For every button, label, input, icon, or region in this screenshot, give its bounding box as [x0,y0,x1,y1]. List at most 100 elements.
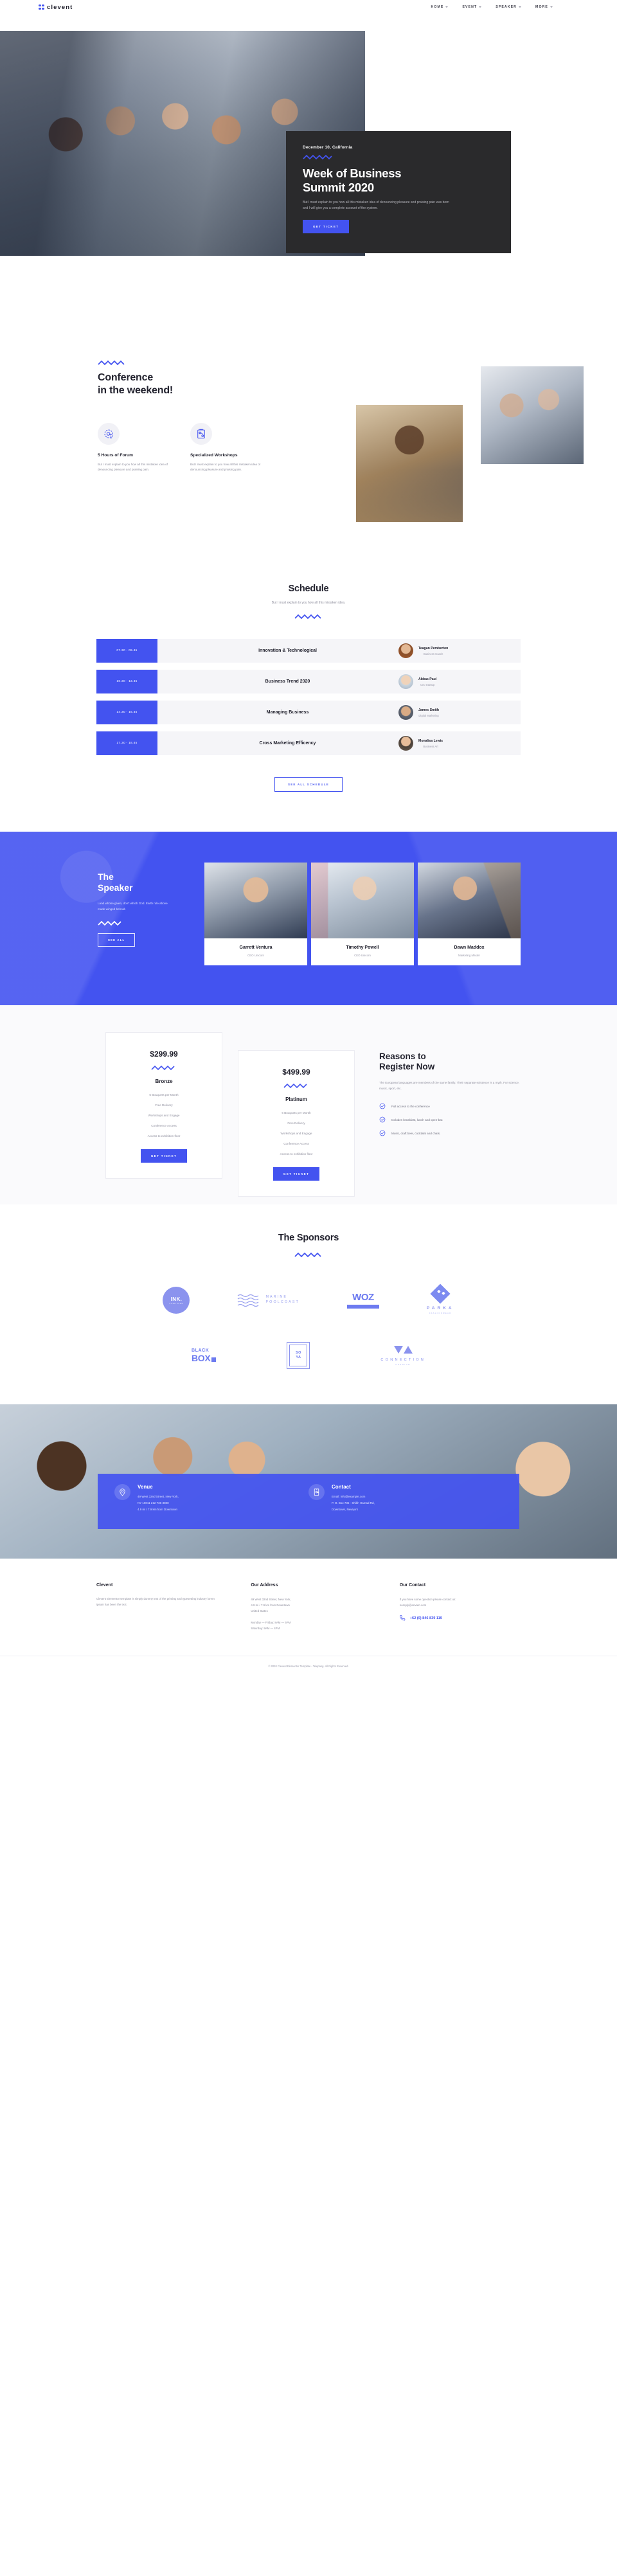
sponsor-tagline: PREMIUM [395,1363,411,1366]
marine-poolcoast-logo[interactable]: MARINE POOLCOAST [237,1284,299,1317]
pricing-card-bronze: $299.99 Bronze 6 Bouquets per Month Free… [105,1032,222,1179]
nav-item-speaker[interactable]: SPEAKER [496,5,522,9]
footer-address-line: 49 West 32nd Street, New York, [251,1598,291,1601]
phone-icon [399,1615,405,1621]
schedule-time: 17.30 - 18.45 [96,731,157,755]
zigzag-divider-icon [98,920,121,926]
sponsor-name: SO [295,1350,301,1355]
parka-logo[interactable]: PARKA FASHIONWEAR [427,1283,454,1317]
footer-contact-email[interactable]: noreply@envato.com [400,1602,521,1608]
chevron-down-icon [519,6,522,8]
copyright: © 2020 Clevent Elementor Template - Tele… [0,1656,617,1676]
brand-name: clevent [47,3,73,11]
footer-address: Our Address 49 West 32nd Street, New Yor… [251,1583,366,1631]
nav-item-home[interactable]: HOME [431,5,449,9]
conference-image-secondary [481,366,584,464]
speaker-role: Business Coach [424,652,443,656]
reasons-title-line2: Register Now [379,1062,435,1072]
get-ticket-button[interactable]: GET TICKET [273,1167,320,1181]
check-circle-icon [379,1104,386,1109]
site-header: clevent HOME EVENT SPEAKER MORE [0,0,617,14]
black-box-logo[interactable]: BLACK BOX [191,1339,217,1372]
table-row[interactable]: 14.30 - 16.45 Managing Business James Sm… [96,701,521,724]
feature-desc: But I must explain to you how all this m… [98,463,168,472]
speaker-name: Timothy Powell [346,945,379,950]
schedule-time: 14.30 - 16.45 [96,701,157,724]
sponsor-name-2: BOX [191,1352,211,1363]
speaker-role: Marketing Master [458,954,480,957]
schedule-subtitle: But I must explain to you how all this m… [271,601,346,605]
nav-item-more[interactable]: MORE [535,5,553,9]
zigzag-divider-icon [151,1065,175,1071]
get-ticket-button[interactable]: GET TICKET [303,219,350,233]
speaker-card[interactable]: Garrett Ventura CEO Unicorn [204,863,307,965]
speaker-name: Abbas Paul [418,677,437,681]
feature-desc: But I must explain to you how all this m… [190,463,261,472]
page-root: clevent HOME EVENT SPEAKER MORE December… [0,0,617,1677]
venue-contact-box: Venue 49 West 32nd Street, New York, NY … [98,1474,519,1529]
plan-feature: 6 Bouquets per Month [282,1111,311,1114]
woz-logo[interactable]: WOZ [346,1284,379,1317]
check-circle-icon [379,1117,386,1123]
contact-line: P. O. Box 735 - Shikh Hamad Rd, [332,1501,375,1505]
sponsor-tagline: PUBLISHER [169,1302,184,1305]
zigzag-divider-icon [283,1083,307,1089]
footer-phone[interactable]: +62 (0) 846 839 119 [399,1615,521,1621]
speaker-photo [418,863,521,938]
chevron-down-icon [479,6,482,8]
schedule-list: 07.30 - 09.45 Innovation & Technological… [96,639,521,755]
logo-dots-icon [39,4,44,10]
brand-logo[interactable]: clevent [39,4,73,11]
schedule-speaker: Monalisa Lewis Business Art [398,736,521,751]
schedule-section: Schedule But I must explain to you how a… [0,554,617,832]
sponsor-tagline: FASHIONWEAR [429,1312,452,1314]
feature-workshops: Specialized Workshops But I must explain… [190,423,262,473]
table-row[interactable]: 10.30 - 13.45 Business Trend 2020 Abbas … [96,670,521,693]
speaker-card[interactable]: Timothy Powell CEO Unicorn [311,863,414,965]
connection-logo[interactable]: CONNECTION PREMIUM [380,1339,425,1372]
soya-logo[interactable]: SO YA [287,1339,310,1372]
footer-contact-text: If you have some question please contact… [399,1598,456,1601]
get-ticket-button[interactable]: GET TICKET [140,1149,188,1163]
footer-heading: Clevent [96,1583,113,1588]
nav-label: HOME [431,5,444,9]
table-row[interactable]: 17.30 - 18.45 Cross Marketing Efficency … [96,731,521,755]
plan-features: 6 Bouquets per Month Free Delivery Works… [238,1111,354,1156]
speaker-cards: Garrett Ventura CEO Unicorn Timothy Powe… [204,863,521,965]
venue-section: Venue 49 West 32nd Street, New York, NY … [0,1404,617,1559]
contact-line: Email: info@example.com [332,1495,366,1498]
waves-icon [238,1294,259,1307]
ink-logo[interactable]: INK. PUBLISHER [163,1284,190,1317]
speaker-name: Monalisa Lewis [418,738,443,743]
site-footer: Clevent Clevent Elementor template is si… [0,1559,617,1677]
speaker-card[interactable]: Dawn Maddox Marketing Master [418,863,521,965]
nav-item-event[interactable]: EVENT [462,5,482,9]
see-all-speakers-button[interactable]: SEE ALL [98,933,136,947]
map-pin-icon [114,1484,130,1500]
see-all-schedule-button[interactable]: SEE ALL SCHEDULE [274,777,343,792]
hero-date: December 10, California [303,145,353,150]
list-item: Includes breakfast, lunch and open-bar. [379,1116,528,1123]
hero-title-line2: Summit 2020 [303,180,374,194]
conference-title-line2: in the weekend! [98,385,174,396]
avatar [398,674,413,689]
speaker-name: James Smith [418,708,440,712]
plan-feature: Workshops and Engage [280,1132,312,1135]
speaker-role: CEO Unicorn [247,954,264,957]
reason-text: Music, craft beer, cocktails and chats. [391,1131,441,1135]
speaker-role: Ceo Startup [420,683,435,686]
schedule-speaker: Abbas Paul Ceo Startup [398,674,521,689]
sponsors-section: The Sponsors INK. PUBLISHER MARINE POOLC… [0,1204,617,1404]
plan-feature: Access to exhibition floor [280,1152,313,1156]
zigzag-divider-icon [303,154,332,160]
main-navigation: HOME EVENT SPEAKER MORE [431,5,578,9]
speaker-name: Dawn Maddox [454,945,485,950]
sponsor-name: BLACK [191,1348,210,1353]
square-icon [211,1357,217,1362]
zigzag-divider-icon [294,614,321,620]
table-row[interactable]: 07.30 - 09.45 Innovation & Technological… [96,639,521,663]
conference-content: Conference in the weekend! 5 Hours of Fo… [98,360,265,473]
schedule-session-name: Cross Marketing Efficency [259,741,316,746]
pricing-card-platinum: $499.99 Platinum 6 Bouquets per Month Fr… [238,1050,355,1197]
list-item: Music, craft beer, cocktails and chats. [379,1130,528,1136]
